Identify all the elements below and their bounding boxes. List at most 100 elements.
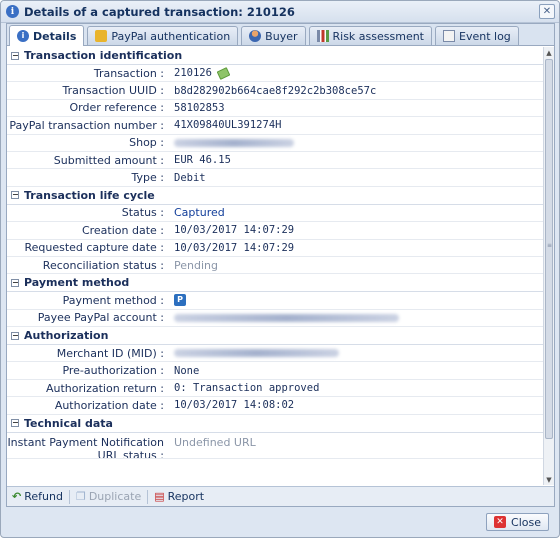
field-label: Payee PayPal account :	[37, 311, 164, 325]
field-label: Instant Payment Notification URL status …	[7, 435, 164, 458]
reconciliation-status: Pending	[174, 258, 218, 272]
collapse-icon[interactable]: −	[11, 278, 19, 287]
section-payment-method[interactable]: − Payment method	[7, 274, 544, 293]
vertical-scrollbar[interactable]: ▲ ≡ ▼	[543, 47, 554, 485]
close-icon: ✕	[494, 516, 507, 528]
refund-arrow-icon: ↶	[12, 490, 22, 503]
action-toolbar: ↶ Refund ❐ Duplicate ▤ Report	[7, 486, 554, 506]
section-title: Technical data	[24, 416, 113, 430]
pdf-icon: ▤	[154, 490, 165, 503]
details-content: − Transaction identification Transaction…	[7, 47, 544, 485]
banknote-icon	[216, 66, 231, 80]
collapse-icon[interactable]: −	[11, 331, 19, 340]
field-label: PayPal transaction number :	[9, 118, 164, 132]
section-authorization[interactable]: − Authorization	[7, 327, 544, 346]
row-transaction-uuid: Transaction UUID : b8d282902b664cae8f292…	[7, 82, 544, 100]
authorization-date: 10/03/2017 14:08:02	[174, 399, 295, 412]
field-label: Authorization date :	[54, 398, 164, 412]
tab-label: Risk assessment	[332, 29, 425, 43]
refund-button[interactable]: ↶ Refund	[12, 490, 63, 503]
row-requested-capture-date: Requested capture date : 10/03/2017 14:0…	[7, 240, 544, 257]
scroll-up-icon[interactable]: ▲	[544, 47, 554, 58]
row-order-reference: Order reference : 58102853	[7, 100, 544, 118]
field-label: Payment method :	[62, 293, 164, 307]
details-panel: i Details PayPal authentication Buyer Ri…	[6, 23, 555, 507]
collapse-icon[interactable]: −	[11, 191, 19, 200]
refund-label: Refund	[24, 490, 63, 503]
row-ipn-url-status: Instant Payment Notification URL status …	[7, 433, 544, 459]
authorization-return: 0: Transaction approved	[174, 382, 320, 395]
section-title: Transaction life cycle	[24, 188, 155, 202]
field-label: Shop :	[129, 136, 164, 150]
section-transaction-life-cycle[interactable]: − Transaction life cycle	[7, 187, 544, 205]
tab-label: PayPal authentication	[111, 29, 231, 43]
field-label: Merchant ID (MID) :	[56, 346, 164, 360]
row-authorization-date: Authorization date : 10/03/2017 14:08:02	[7, 397, 544, 415]
duplicate-button[interactable]: ❐ Duplicate	[76, 490, 141, 503]
tab-risk-assessment[interactable]: Risk assessment	[308, 26, 432, 45]
section-title: Transaction identification	[24, 49, 183, 62]
grip-icon: ≡	[547, 242, 553, 249]
submitted-amount: EUR 46.15	[174, 154, 231, 167]
section-technical-data[interactable]: − Technical data	[7, 415, 544, 433]
transaction-number: 210126	[174, 67, 212, 80]
close-button[interactable]: ✕ Close	[486, 513, 549, 531]
transaction-type: Debit	[174, 171, 206, 184]
duplicate-icon: ❐	[75, 490, 86, 503]
paypal-auth-icon	[95, 30, 108, 42]
collapse-icon[interactable]: −	[11, 51, 19, 60]
collapse-icon[interactable]: −	[11, 419, 19, 428]
field-label: Submitted amount :	[53, 153, 164, 167]
order-reference: 58102853	[174, 101, 225, 114]
report-button[interactable]: ▤ Report	[154, 490, 204, 503]
tab-label: Details	[33, 29, 77, 43]
duplicate-label: Duplicate	[88, 490, 142, 503]
redacted-merchant-id	[174, 349, 339, 358]
dialog-titlebar: i Details of a captured transaction: 210…	[1, 1, 559, 23]
paypal-transaction-number: 41X09840UL391274H	[174, 119, 282, 132]
requested-capture-date: 10/03/2017 14:07:29	[174, 241, 295, 254]
row-reconciliation-status: Reconciliation status : Pending	[7, 257, 544, 275]
redacted-payee-account	[174, 313, 399, 322]
row-payee-paypal-account: Payee PayPal account :	[7, 310, 544, 328]
field-label: Requested capture date :	[24, 241, 164, 255]
field-label: Transaction :	[93, 66, 164, 80]
tab-event-log[interactable]: Event log	[435, 26, 519, 45]
field-label: Reconciliation status :	[42, 258, 164, 272]
dialog-footer: ✕ Close	[1, 507, 559, 537]
field-label: Pre-authorization :	[62, 364, 164, 378]
tab-buyer[interactable]: Buyer	[241, 26, 306, 45]
row-paypal-transaction-number: PayPal transaction number : 41X09840UL39…	[7, 117, 544, 135]
dialog-title: Details of a captured transaction: 21012…	[24, 4, 295, 19]
redacted-shop	[174, 138, 294, 147]
field-label: Type :	[131, 171, 164, 185]
tab-bar: i Details PayPal authentication Buyer Ri…	[7, 24, 554, 46]
info-icon: i	[17, 30, 29, 42]
tab-label: Event log	[459, 29, 511, 43]
section-transaction-identification[interactable]: − Transaction identification	[7, 47, 544, 65]
pre-authorization: None	[174, 364, 200, 377]
section-title: Payment method	[24, 276, 130, 290]
status-value: Captured	[174, 206, 225, 220]
row-transaction: Transaction : 210126	[7, 65, 544, 83]
row-payment-method: Payment method : P	[7, 292, 544, 310]
row-shop: Shop :	[7, 135, 544, 152]
section-title: Authorization	[24, 329, 109, 343]
event-log-icon	[443, 30, 455, 42]
tab-paypal-authentication[interactable]: PayPal authentication	[87, 26, 239, 45]
field-label: Transaction UUID :	[62, 84, 164, 98]
field-label: Authorization return :	[45, 381, 164, 395]
info-icon: i	[6, 5, 19, 18]
toolbar-separator	[68, 489, 70, 504]
scrollbar-thumb[interactable]: ≡	[545, 59, 553, 439]
close-icon[interactable]: ✕	[539, 4, 555, 19]
buyer-icon	[249, 30, 262, 42]
field-label: Order reference :	[69, 101, 164, 115]
scroll-down-icon[interactable]: ▼	[544, 474, 554, 485]
creation-date: 10/03/2017 14:07:29	[174, 224, 295, 237]
row-authorization-return: Authorization return : 0: Transaction ap…	[7, 380, 544, 398]
tab-details[interactable]: i Details	[9, 25, 85, 46]
row-merchant-id: Merchant ID (MID) :	[7, 345, 544, 363]
risk-icon	[316, 30, 329, 42]
row-submitted-amount: Submitted amount : EUR 46.15	[7, 152, 544, 170]
